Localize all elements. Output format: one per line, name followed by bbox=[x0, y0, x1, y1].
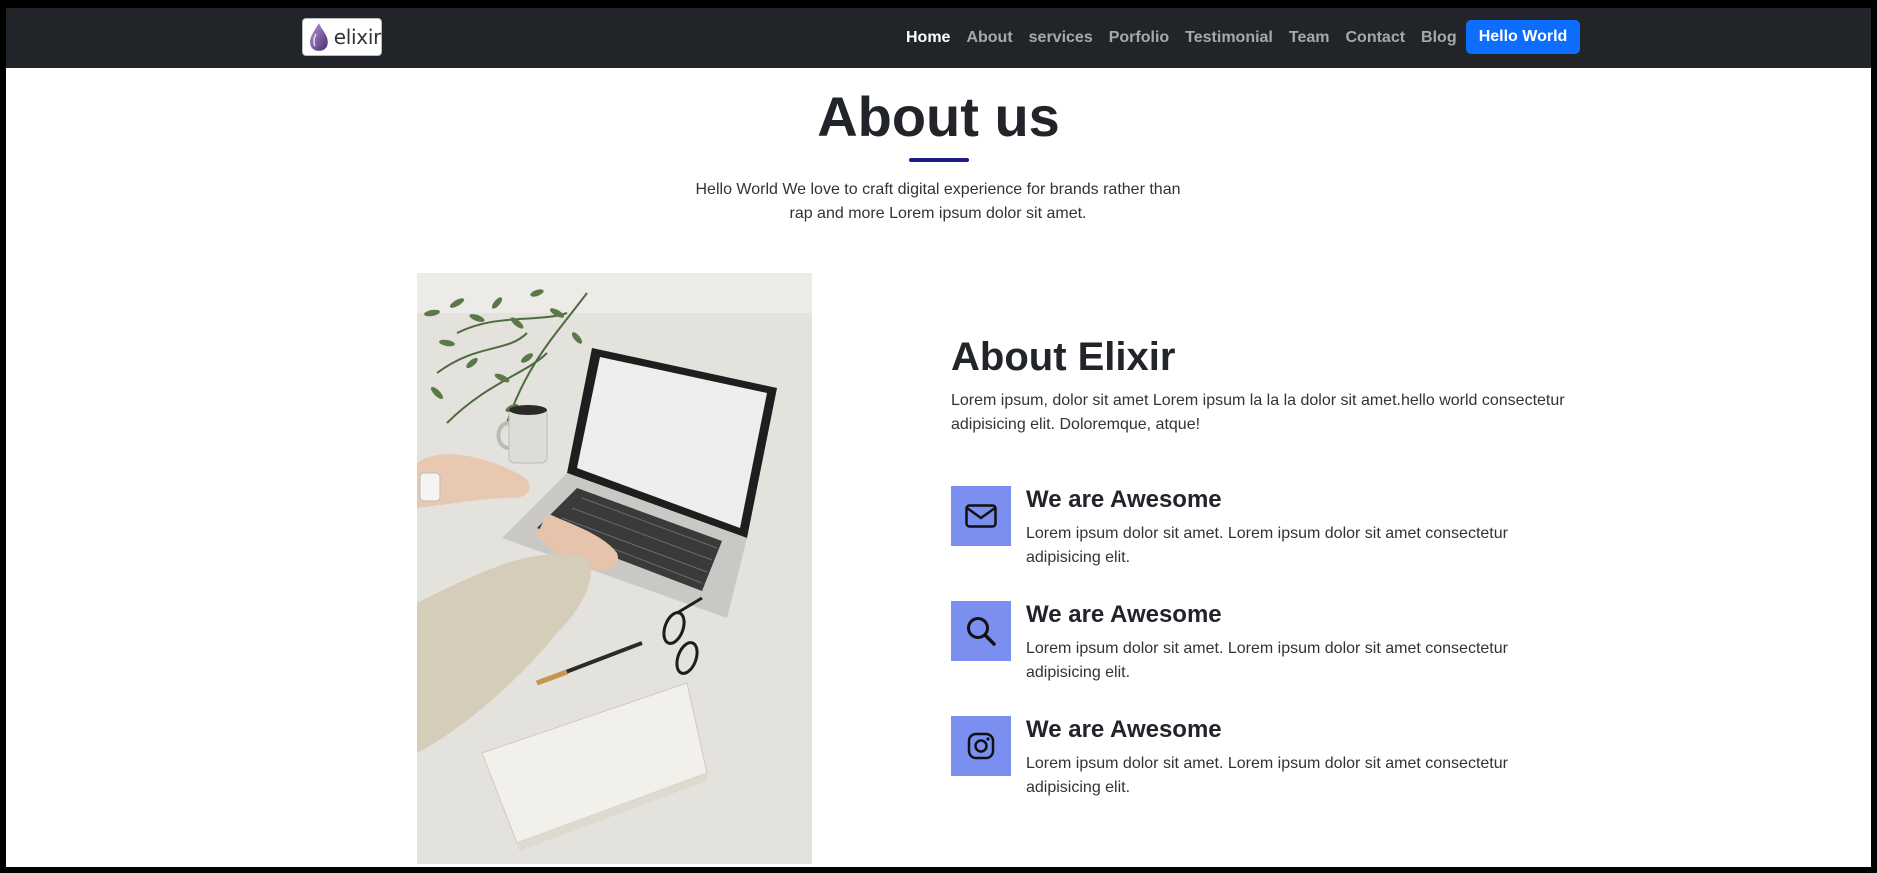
elixir-drop-icon bbox=[309, 23, 328, 51]
feature-item: We are Awesome Lorem ipsum dolor sit ame… bbox=[951, 486, 1591, 576]
feature-title: We are Awesome bbox=[1026, 486, 1222, 513]
nav-link-home[interactable]: Home bbox=[906, 29, 950, 47]
page-frame: elixir Home About services Porfolio Test… bbox=[6, 8, 1871, 867]
title-underline bbox=[909, 158, 969, 162]
about-image bbox=[417, 273, 812, 864]
navbar: elixir Home About services Porfolio Test… bbox=[6, 8, 1871, 68]
nav-link-blog[interactable]: Blog bbox=[1421, 29, 1457, 47]
brand-name: elixir bbox=[333, 25, 382, 49]
brand-logo[interactable]: elixir bbox=[302, 18, 382, 56]
feature-icon-box bbox=[951, 716, 1011, 776]
hello-world-button[interactable]: Hello World bbox=[1466, 20, 1580, 54]
feature-text: Lorem ipsum dolor sit amet. Lorem ipsum … bbox=[1026, 525, 1508, 566]
nav-link-about[interactable]: About bbox=[966, 29, 1012, 47]
search-icon bbox=[967, 617, 996, 646]
nav-link-testimonial[interactable]: Testimonial bbox=[1185, 29, 1273, 47]
feature-icon-box bbox=[951, 601, 1011, 661]
envelope-icon bbox=[965, 504, 997, 528]
nav-links: Home About services Porfolio Testimonial… bbox=[906, 8, 1473, 68]
feature-title: We are Awesome bbox=[1026, 601, 1222, 628]
page-title: About us bbox=[817, 85, 1060, 148]
nav-link-services[interactable]: services bbox=[1029, 29, 1093, 47]
feature-text: Lorem ipsum dolor sit amet. Lorem ipsum … bbox=[1026, 755, 1508, 796]
about-text: Lorem ipsum, dolor sit amet Lorem ipsum … bbox=[951, 392, 1565, 433]
feature-text: Lorem ipsum dolor sit amet. Lorem ipsum … bbox=[1026, 640, 1508, 681]
nav-link-team[interactable]: Team bbox=[1289, 29, 1330, 47]
nav-link-portfolio[interactable]: Porfolio bbox=[1109, 29, 1169, 47]
about-title: About Elixir bbox=[951, 335, 1176, 379]
instagram-icon bbox=[967, 732, 995, 760]
feature-title: We are Awesome bbox=[1026, 716, 1222, 743]
feature-icon-box bbox=[951, 486, 1011, 546]
laptop-desk-photo bbox=[417, 273, 812, 864]
feature-item: We are Awesome Lorem ipsum dolor sit ame… bbox=[951, 601, 1591, 691]
page-subtitle: Hello World We love to craft digital exp… bbox=[695, 181, 1181, 222]
feature-item: We are Awesome Lorem ipsum dolor sit ame… bbox=[951, 716, 1591, 806]
nav-link-contact[interactable]: Contact bbox=[1345, 29, 1405, 47]
